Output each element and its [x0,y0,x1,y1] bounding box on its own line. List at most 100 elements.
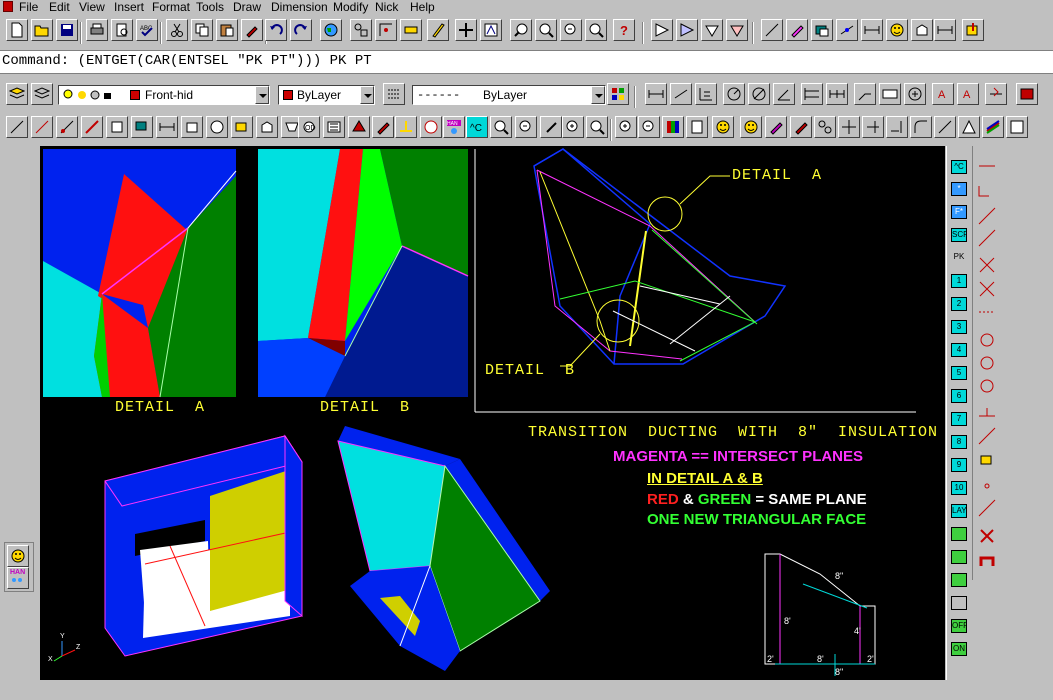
palette-5[interactable]: 5 [951,366,967,380]
circle-button[interactable] [181,116,203,138]
extend-button[interactable] [886,116,908,138]
menu-modify[interactable]: Modify [333,0,368,14]
color-dropdown-arrow-icon[interactable] [360,86,374,104]
line-button[interactable] [6,116,28,138]
zoom-minus-button[interactable] [638,116,660,138]
fillet-button[interactable] [910,116,932,138]
copy-object-button[interactable] [420,116,442,138]
palette-fstar[interactable]: F* [951,205,967,219]
move-button[interactable] [838,116,860,138]
layers-button[interactable] [6,83,28,105]
palette-4[interactable]: 4 [951,343,967,357]
pencil-tool-button[interactable] [786,19,808,41]
spline-button[interactable] [206,116,228,138]
zoom-previous-button[interactable] [560,19,582,41]
layer-combo[interactable]: Front-hid [58,85,270,105]
dim-edit-button[interactable]: A [932,83,954,105]
app-icon[interactable] [3,1,13,12]
save-button[interactable] [56,19,78,41]
ucs-button[interactable] [400,19,422,41]
linetype-dropdown-arrow-icon[interactable] [591,86,605,104]
dim-style-button[interactable] [1016,83,1038,105]
properties-button[interactable] [607,83,629,105]
custom-tool-1-button[interactable] [651,19,673,41]
menu-view[interactable]: View [79,0,105,14]
explode-button[interactable] [958,116,980,138]
pen-button[interactable] [427,19,449,41]
menu-file[interactable]: File [19,0,38,14]
dim-aligned-button[interactable] [670,83,692,105]
dim-break-button[interactable] [934,19,956,41]
cut-button[interactable] [166,19,188,41]
dim-linear-button[interactable] [861,19,883,41]
zoom-all-button[interactable] [540,116,562,138]
palette-off[interactable]: OFF [951,619,967,633]
smiley-button[interactable] [886,19,908,41]
point-button[interactable]: OD [298,116,320,138]
zoom-window-button[interactable] [535,19,557,41]
undo-button[interactable] [265,19,287,41]
print-preview-button[interactable] [111,19,133,41]
zoom-plus-button[interactable] [615,116,637,138]
copy-button[interactable] [191,19,213,41]
linetype-button[interactable] [383,83,405,105]
insert-button[interactable] [256,116,278,138]
smiley-3-button[interactable] [740,116,762,138]
help-button[interactable]: ? [613,19,635,41]
menu-nick[interactable]: Nick [375,0,398,14]
palette-1[interactable]: 1 [951,274,967,288]
browser-button[interactable] [320,19,342,41]
spell-check-button[interactable]: ABC [136,19,158,41]
block-tool-button[interactable] [911,19,933,41]
text-style-button[interactable] [686,116,708,138]
tracking-button[interactable] [375,19,397,41]
menu-draw[interactable]: Draw [233,0,261,14]
mtext-button[interactable] [372,116,394,138]
palette-9[interactable]: 9 [951,458,967,472]
palette-insert-icon[interactable] [951,596,967,610]
brush-button[interactable] [790,116,812,138]
palette-pk[interactable]: PK [951,251,967,265]
dim-continue-button[interactable] [826,83,848,105]
center-mark-button[interactable] [904,83,926,105]
polyline-button[interactable] [81,116,103,138]
osnap-button[interactable] [350,19,372,41]
zoom-extents-button[interactable] [585,19,607,41]
linetype-combo[interactable]: ------ ByLayer [412,85,606,105]
palette-lay[interactable]: LAY [951,504,967,518]
rectangle-button[interactable] [131,116,153,138]
paint-button[interactable] [765,116,787,138]
dim-text-edit-button[interactable]: A [957,83,979,105]
trim-button[interactable] [862,116,884,138]
rainbow-button[interactable] [982,116,1004,138]
line-tool-button[interactable] [761,19,783,41]
smiley-2-button[interactable] [712,116,734,138]
palette-7[interactable]: 7 [951,412,967,426]
zoom-scale-button[interactable] [562,116,584,138]
dim-radius-button[interactable] [723,83,745,105]
dim-diameter-button[interactable] [748,83,770,105]
viewport-button[interactable] [1006,116,1028,138]
custom-tool-3-button[interactable] [701,19,723,41]
open-button[interactable] [31,19,53,41]
paste-button[interactable] [216,19,238,41]
polygon-button[interactable] [106,116,128,138]
new-button[interactable] [6,19,28,41]
match-properties-button[interactable] [241,19,263,41]
palette-on[interactable]: ON [951,642,967,656]
menu-help[interactable]: Help [410,0,435,14]
zoom-in-button[interactable] [490,116,512,138]
palette-tool-a[interactable] [951,527,967,541]
leader-button[interactable] [854,83,876,105]
arc-button[interactable] [156,116,178,138]
menu-edit[interactable]: Edit [49,0,70,14]
color-bars-button[interactable] [662,116,684,138]
command-line[interactable]: Command: (ENTGET(CAR(ENTSEL "PK PT"))) P… [0,50,1053,74]
dim-baseline-button[interactable] [801,83,823,105]
pan-button[interactable] [455,19,477,41]
redo-button[interactable] [290,19,312,41]
menu-insert[interactable]: Insert [114,0,144,14]
insert-block-button[interactable] [962,19,984,41]
drawing-canvas[interactable]: DETAIL A DETAIL B DETAIL A DETAIL B TRAN… [40,146,945,680]
dim-angular-button[interactable] [773,83,795,105]
